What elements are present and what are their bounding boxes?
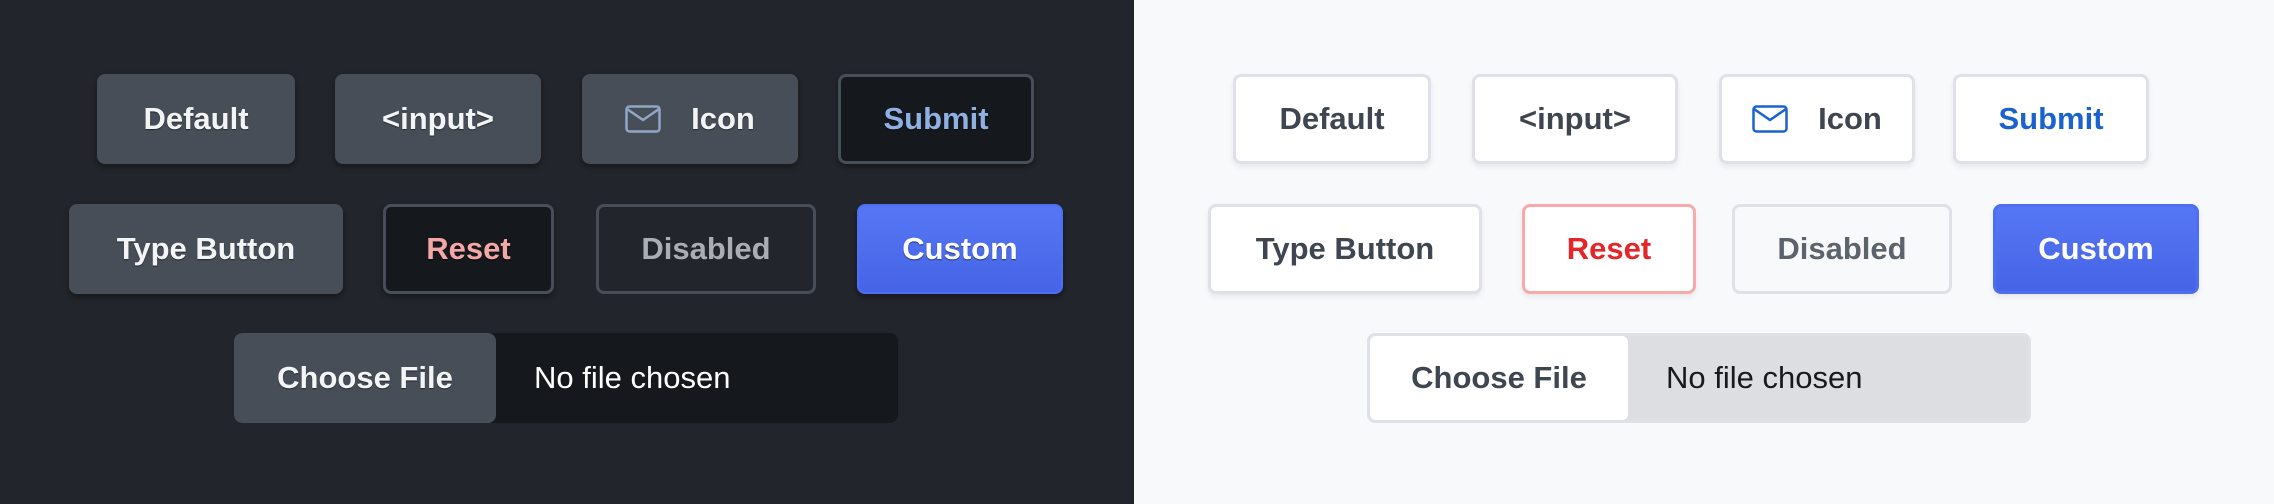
reset-button[interactable]: Reset: [383, 204, 554, 294]
type-button[interactable]: Type Button: [1208, 204, 1482, 294]
reset-button-label: Reset: [1566, 231, 1652, 266]
type-button[interactable]: Type Button: [69, 204, 343, 294]
dark-theme-panel: Default <input> Icon Submit Type Button …: [0, 0, 1134, 504]
default-button[interactable]: Default: [97, 74, 295, 164]
disabled-button: Disabled: [1732, 204, 1952, 294]
choose-file-label: Choose File: [277, 360, 453, 395]
file-input[interactable]: Choose File No file chosen: [234, 333, 898, 423]
mail-icon: [625, 105, 661, 133]
submit-button[interactable]: Submit: [1953, 74, 2149, 164]
input-button-label: <input>: [382, 101, 494, 136]
mail-icon: [1752, 105, 1788, 133]
type-button-label: Type Button: [116, 231, 296, 266]
custom-button-label: Custom: [902, 231, 1018, 266]
reset-button[interactable]: Reset: [1522, 204, 1696, 294]
custom-button[interactable]: Custom: [857, 204, 1063, 294]
submit-button-label: Submit: [1998, 101, 2104, 136]
light-theme-panel: Default <input> Icon Submit Type Button …: [1134, 0, 2274, 504]
submit-button[interactable]: Submit: [838, 74, 1034, 164]
file-input[interactable]: Choose File No file chosen: [1367, 333, 2031, 423]
choose-file-button[interactable]: Choose File: [234, 333, 496, 423]
choose-file-button[interactable]: Choose File: [1370, 336, 1628, 420]
custom-button[interactable]: Custom: [1993, 204, 2199, 294]
file-status: No file chosen: [534, 360, 731, 395]
submit-button-label: Submit: [883, 101, 989, 136]
input-button-label: <input>: [1519, 101, 1631, 136]
choose-file-label: Choose File: [1411, 360, 1587, 395]
default-button-label: Default: [1279, 101, 1385, 136]
file-status: No file chosen: [1666, 360, 1863, 395]
input-button[interactable]: <input>: [335, 74, 541, 164]
icon-button[interactable]: Icon: [1719, 74, 1915, 164]
disabled-button-label: Disabled: [641, 231, 771, 266]
default-button-label: Default: [143, 101, 249, 136]
icon-button[interactable]: Icon: [582, 74, 798, 164]
icon-button-label: Icon: [1818, 101, 1882, 136]
custom-button-label: Custom: [2038, 231, 2154, 266]
icon-button-label: Icon: [691, 101, 755, 136]
disabled-button-label: Disabled: [1777, 231, 1907, 266]
default-button[interactable]: Default: [1233, 74, 1431, 164]
disabled-button: Disabled: [596, 204, 816, 294]
input-button[interactable]: <input>: [1472, 74, 1678, 164]
type-button-label: Type Button: [1255, 231, 1435, 266]
reset-button-label: Reset: [426, 231, 511, 266]
